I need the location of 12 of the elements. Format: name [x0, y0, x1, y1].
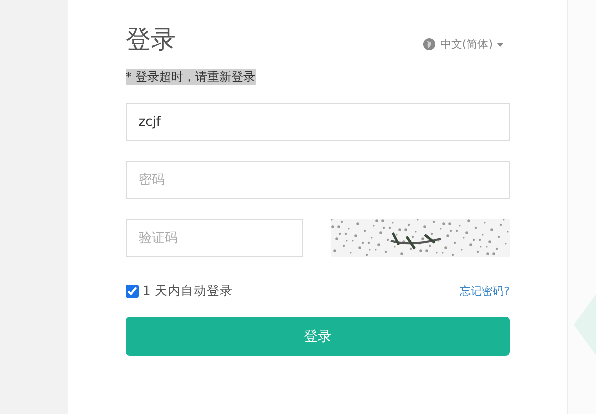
- login-title: 登录: [126, 24, 176, 56]
- language-dropdown[interactable]: 中文(简体): [423, 37, 504, 52]
- forgot-password-link[interactable]: 忘记密码?: [460, 284, 510, 299]
- captcha-field[interactable]: 验证码: [126, 219, 303, 257]
- login-button[interactable]: 登录: [126, 317, 510, 356]
- globe-icon: [423, 38, 436, 51]
- remember-checkbox[interactable]: [126, 285, 139, 298]
- remember-label: 1 天内自动登录: [142, 283, 233, 300]
- timeout-alert: * 登录超时，请重新登录: [126, 69, 256, 85]
- password-field[interactable]: 密码: [126, 161, 510, 199]
- username-field[interactable]: zcjf: [126, 103, 510, 141]
- caret-icon: [497, 42, 504, 46]
